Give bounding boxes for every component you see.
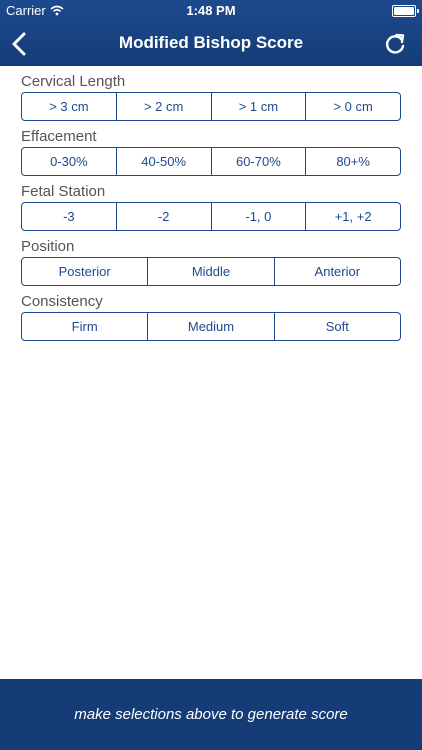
back-button[interactable] [8,30,32,58]
cervical-length-label: Cervical Length [21,73,126,90]
consistency-option[interactable]: Soft [275,313,400,340]
position-option[interactable]: Anterior [275,258,400,285]
position-label: Position [21,238,75,255]
cervical-length-option[interactable]: > 0 cm [306,93,400,120]
chevron-left-icon [12,32,26,56]
fetal-station-option[interactable]: -1, 0 [212,203,307,230]
score-form: Cervical Length > 3 cm > 2 cm > 1 cm > 0… [21,72,401,347]
fetal-station-option[interactable]: +1, +2 [306,203,400,230]
position-control: Posterior Middle Anterior [21,257,401,286]
effacement-option[interactable]: 0-30% [22,148,117,175]
effacement-label: Effacement [21,128,97,145]
refresh-button[interactable] [382,30,408,58]
consistency-control: Firm Medium Soft [21,312,401,341]
nav-bar: Modified Bishop Score [0,22,422,66]
refresh-icon [385,33,405,54]
score-instructions: make selections above to generate score [74,706,348,723]
position-option[interactable]: Posterior [22,258,149,285]
page-title: Modified Bishop Score [118,33,304,52]
fetal-station-option[interactable]: -2 [117,203,212,230]
fetal-station-control: -3 -2 -1, 0 +1, +2 [21,202,401,231]
cervical-length-control: > 3 cm > 2 cm > 1 cm > 0 cm [21,92,401,121]
consistency-option[interactable]: Firm [22,313,149,340]
cervical-length-option[interactable]: > 1 cm [212,93,307,120]
position-option[interactable]: Middle [148,258,275,285]
score-footer: make selections above to generate score [0,679,422,750]
fetal-station-option[interactable]: -3 [22,203,117,230]
fetal-station-label: Fetal Station [21,183,106,200]
battery-icon [392,5,419,17]
effacement-option[interactable]: 60-70% [212,148,307,175]
cervical-length-option[interactable]: > 2 cm [117,93,212,120]
effacement-control: 0-30% 40-50% 60-70% 80+% [21,147,401,176]
cervical-length-option[interactable]: > 3 cm [22,93,117,120]
status-bar: Carrier 1:48 PM [0,0,422,22]
consistency-option[interactable]: Medium [148,313,275,340]
status-time: 1:48 PM [186,3,236,18]
effacement-option[interactable]: 80+% [306,148,400,175]
consistency-label: Consistency [21,293,103,310]
effacement-option[interactable]: 40-50% [117,148,212,175]
header: Carrier 1:48 PM Modified Bishop Score [0,0,422,66]
